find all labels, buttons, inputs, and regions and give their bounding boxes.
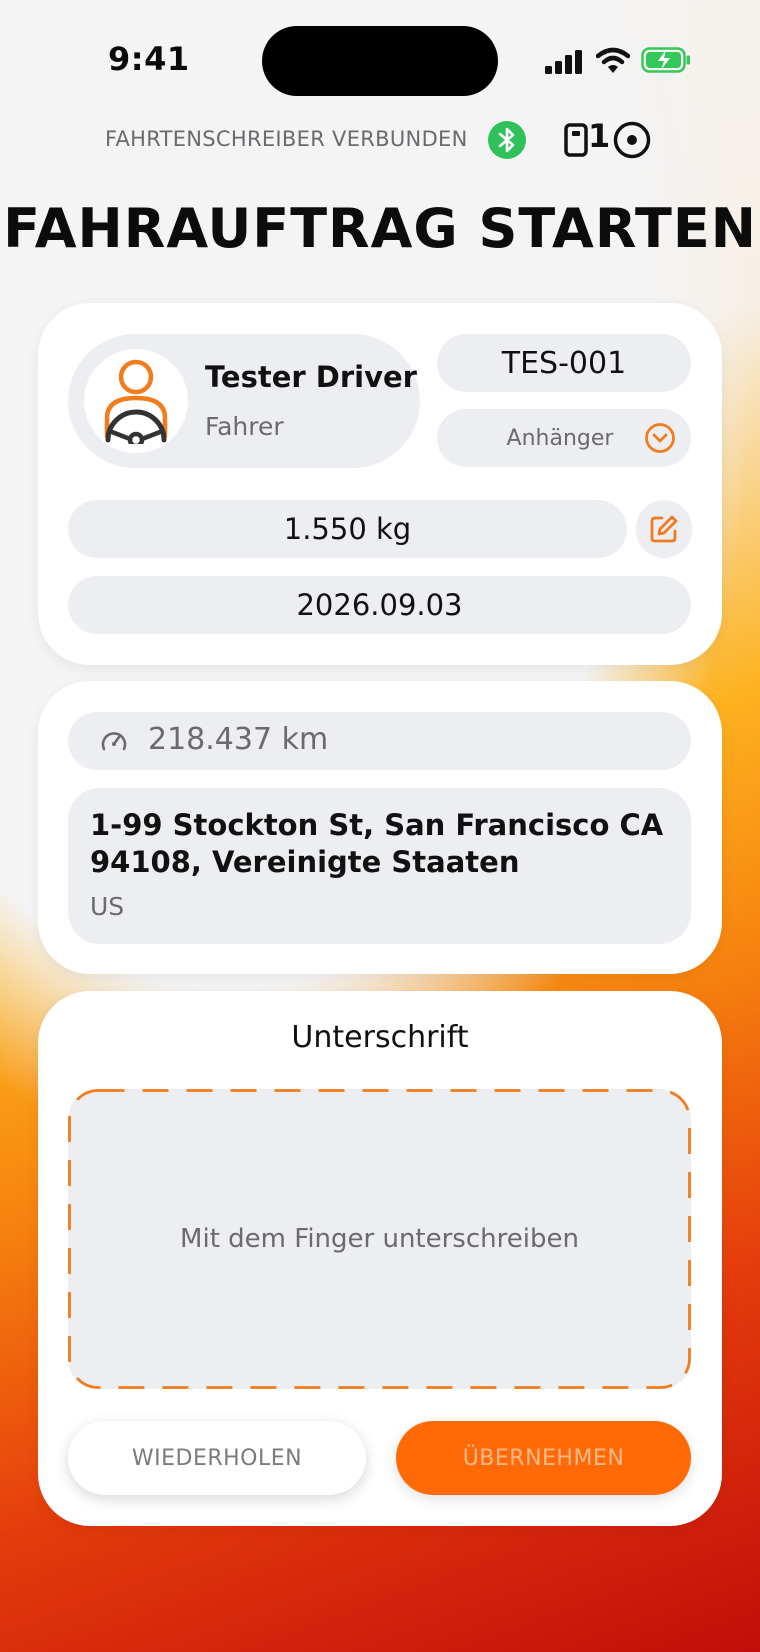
odometer-value: 218.437 km — [148, 722, 329, 757]
tachograph-card-icon — [564, 123, 588, 157]
address-line-2: 94108, Vereinigte Staaten — [90, 845, 520, 879]
address-line-1: 1-99 Stockton St, San Francisco CA — [90, 808, 664, 842]
vehicle-plate-field[interactable]: TES-001 — [437, 334, 691, 392]
dynamic-island — [262, 26, 498, 96]
edit-weight-button[interactable] — [636, 500, 692, 558]
card-count: 1 — [588, 117, 611, 155]
signature-title: Unterschrift — [291, 1020, 469, 1055]
bluetooth-icon — [488, 121, 526, 159]
target-icon[interactable] — [613, 121, 651, 159]
repeat-button[interactable]: WIEDERHOLEN — [68, 1421, 366, 1495]
cargo-weight-field[interactable]: 1.550 kg — [68, 500, 627, 558]
edit-icon — [650, 515, 678, 543]
signature-hint: Mit dem Finger unterschreiben — [180, 1224, 579, 1254]
chevron-down-circle-icon[interactable] — [644, 422, 676, 454]
accept-button[interactable]: ÜBERNEHMEN — [396, 1421, 691, 1495]
wifi-icon — [596, 47, 630, 73]
page-title: FAHRAUFTRAG STARTEN — [3, 197, 757, 260]
status-time: 9:41 — [108, 40, 190, 78]
signal-icon — [545, 50, 582, 74]
driver-name: Tester Driver — [205, 360, 417, 394]
driver-steering-icon — [104, 359, 168, 444]
driver-avatar — [84, 349, 188, 453]
tachograph-status: FAHRTENSCHREIBER VERBUNDEN — [105, 127, 468, 151]
address-country: US — [90, 892, 125, 921]
battery-charging-icon — [641, 47, 690, 73]
speedometer-icon — [101, 732, 127, 751]
trip-date-field[interactable]: 2026.09.03 — [68, 576, 691, 634]
driver-role: Fahrer — [205, 412, 284, 441]
